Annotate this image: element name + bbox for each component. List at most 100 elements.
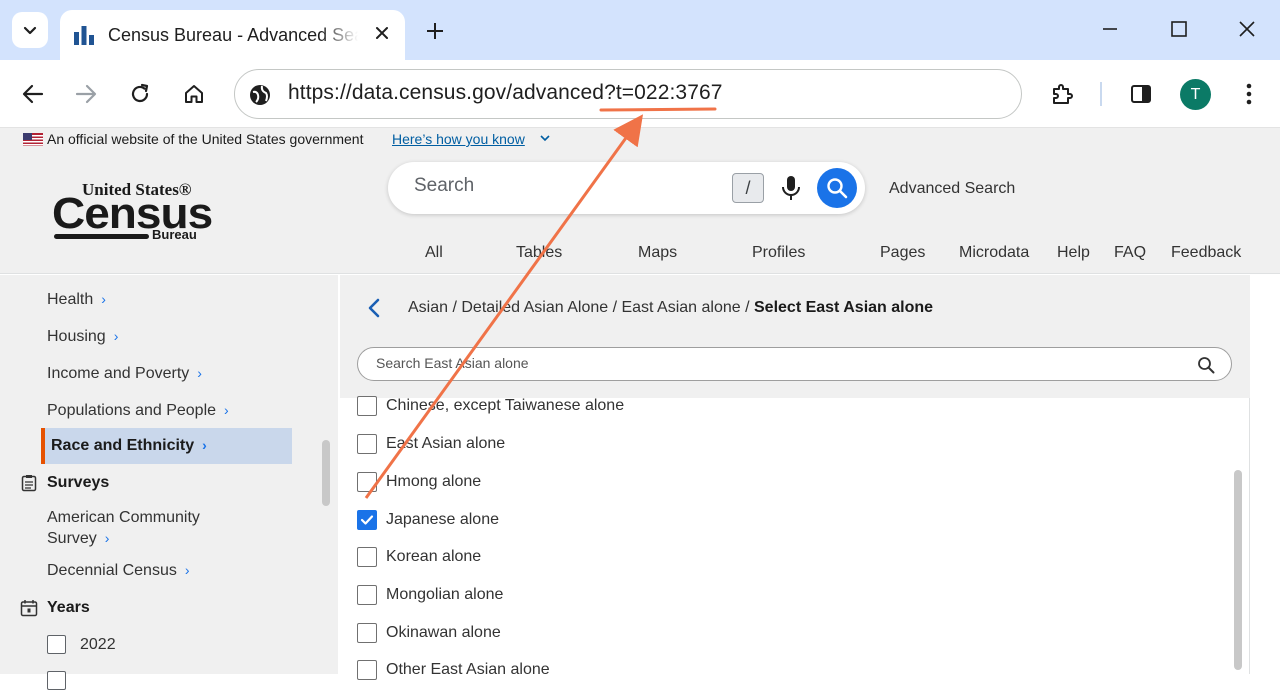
checkbox[interactable] <box>357 472 377 492</box>
filter-panel-header: Asian / Detailed Asian Alone / East Asia… <box>340 275 1250 398</box>
option-label: Other East Asian alone <box>386 661 550 678</box>
sidebar-scrollbar[interactable] <box>322 440 330 506</box>
chevron-right-icon: › <box>113 328 119 344</box>
search-icon <box>827 178 848 199</box>
chevron-down-icon[interactable] <box>539 132 551 144</box>
microphone-icon[interactable] <box>778 174 804 202</box>
option-other-east-asian[interactable]: Other East Asian alone <box>357 658 550 682</box>
nav-help[interactable]: Help <box>1057 244 1090 262</box>
chevron-down-icon <box>23 26 37 35</box>
back-chevron-icon[interactable] <box>366 297 382 319</box>
reload-icon[interactable] <box>122 76 158 112</box>
tab-search-button[interactable] <box>12 12 48 48</box>
nav-maps[interactable]: Maps <box>638 244 677 262</box>
advanced-search-link[interactable]: Advanced Search <box>889 180 1015 198</box>
checkbox[interactable] <box>357 434 377 454</box>
side-panel-icon[interactable] <box>1123 76 1159 112</box>
tab-title: Census Bureau - Advanced Search <box>108 24 358 45</box>
options-scrollbar[interactable] <box>1234 470 1242 670</box>
sidebar-item-health[interactable]: Health › <box>47 291 106 309</box>
sidebar-item-label: Decennial Census <box>47 562 177 579</box>
checkbox[interactable] <box>357 396 377 416</box>
checkbox[interactable] <box>357 547 377 567</box>
chevron-right-icon: › <box>104 530 110 546</box>
heres-how-you-know-link[interactable]: Here’s how you know <box>392 131 525 147</box>
logo-bureau: Bureau <box>152 227 197 242</box>
gov-banner-text: An official website of the United States… <box>47 131 364 147</box>
forward-arrow-icon[interactable] <box>68 76 104 112</box>
chevron-right-icon: › <box>224 402 229 418</box>
option-mongolian[interactable]: Mongolian alone <box>357 583 503 607</box>
option-japanese[interactable]: Japanese alone <box>357 508 499 532</box>
surveys-heading[interactable]: Surveys <box>47 474 109 492</box>
years-heading[interactable]: Years <box>47 599 90 617</box>
option-label: Korean alone <box>386 548 482 565</box>
option-east-asian[interactable]: East Asian alone <box>357 432 505 456</box>
minimize-icon[interactable] <box>1092 14 1128 44</box>
sidebar-item-race-ethnicity[interactable]: Race and Ethnicity › <box>41 428 292 464</box>
shortcut-key-badge: / <box>732 173 764 203</box>
filter-sidebar: Health › Housing › Income and Poverty › Pop… <box>0 275 338 690</box>
option-okinawan[interactable]: Okinawan alone <box>357 621 501 645</box>
sidebar-item-acs[interactable]: American Community Survey › <box>47 508 200 549</box>
breadcrumb-current: Select East Asian alone <box>754 299 934 316</box>
census-logo[interactable]: United States® Census Bureau <box>52 180 213 244</box>
option-hmong[interactable]: Hmong alone <box>357 470 481 494</box>
sidebar-item-label: Survey <box>47 530 97 547</box>
close-window-icon[interactable] <box>1229 14 1265 44</box>
sidebar-item-housing[interactable]: Housing › <box>47 328 118 346</box>
sidebar-item-decennial[interactable]: Decennial Census › <box>47 562 190 580</box>
filter-search-box <box>357 347 1232 381</box>
clipboard-icon <box>21 475 37 492</box>
chevron-right-icon: › <box>101 291 106 307</box>
year-checkbox[interactable] <box>47 635 66 654</box>
nav-pages[interactable]: Pages <box>880 244 925 262</box>
tab-close-icon[interactable] <box>371 22 393 44</box>
more-menu-icon[interactable] <box>1231 76 1267 112</box>
option-korean[interactable]: Korean alone <box>357 545 481 569</box>
sidebar-item-label: Housing <box>47 328 106 345</box>
us-flag-icon <box>23 133 43 146</box>
profile-avatar[interactable]: T <box>1180 79 1211 110</box>
gov-banner: An official website of the United States… <box>0 128 1280 152</box>
search-icon[interactable] <box>1197 356 1215 374</box>
sidebar-item-label: American Community <box>47 509 200 526</box>
nav-faq[interactable]: FAQ <box>1114 244 1146 262</box>
site-search-box: / <box>388 162 865 214</box>
sidebar-item-populations[interactable]: Populations and People › <box>47 402 229 420</box>
new-tab-plus-icon[interactable] <box>420 16 450 46</box>
checkbox[interactable] <box>357 623 377 643</box>
breadcrumb-path[interactable]: Asian / Detailed Asian Alone / East Asia… <box>408 299 754 316</box>
extensions-puzzle-icon[interactable] <box>1044 76 1080 112</box>
nav-all[interactable]: All <box>425 244 443 262</box>
home-icon[interactable] <box>176 76 212 112</box>
year-label: 2022 <box>80 636 116 653</box>
option-chinese-except-taiwanese[interactable]: Chinese, except Taiwanese alone <box>357 394 624 418</box>
site-search-input[interactable] <box>414 175 714 197</box>
sidebar-item-income-poverty[interactable]: Income and Poverty › <box>47 365 202 383</box>
filter-search-input[interactable] <box>376 355 1076 371</box>
checkbox[interactable] <box>357 585 377 605</box>
nav-profiles[interactable]: Profiles <box>752 244 805 262</box>
maximize-icon[interactable] <box>1161 14 1197 44</box>
nav-tables[interactable]: Tables <box>516 244 562 262</box>
filter-panel: Asian / Detailed Asian Alone / East Asia… <box>340 275 1250 680</box>
sidebar-item-label: Race and Ethnicity <box>51 437 195 454</box>
search-button[interactable] <box>817 168 857 208</box>
sidebar-item-label: Populations and People <box>47 402 217 419</box>
back-arrow-icon[interactable] <box>15 76 51 112</box>
chevron-right-icon: › <box>197 365 202 381</box>
checkbox-checked[interactable] <box>357 510 377 530</box>
census-favicon-icon <box>74 26 94 45</box>
toolbar-separator <box>1100 82 1102 106</box>
checkbox[interactable] <box>357 660 377 680</box>
nav-feedback[interactable]: Feedback <box>1171 244 1241 262</box>
chevron-right-icon: › <box>202 437 207 453</box>
nav-microdata[interactable]: Microdata <box>959 244 1029 262</box>
site-info-icon[interactable] <box>247 82 273 108</box>
address-bar[interactable]: https://data.census.gov/advanced?t=022:3… <box>234 69 1022 119</box>
browser-tab[interactable]: Census Bureau - Advanced Search <box>60 10 405 60</box>
option-label: Okinawan alone <box>386 624 501 641</box>
option-label: East Asian alone <box>386 435 506 452</box>
option-label: Japanese alone <box>386 511 499 528</box>
